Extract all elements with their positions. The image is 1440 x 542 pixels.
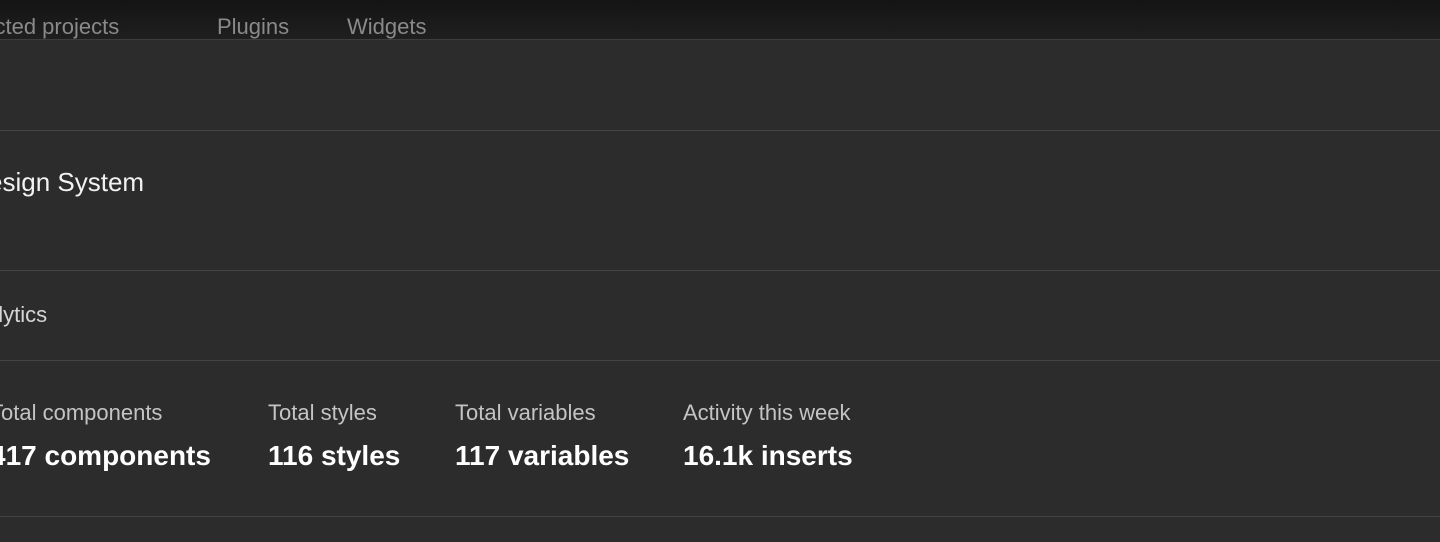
- tab-widgets[interactable]: Widgets: [347, 13, 426, 41]
- stat-value: 417 components: [0, 440, 211, 471]
- tab-plugins[interactable]: Plugins: [217, 13, 289, 41]
- toolbar-row: [0, 40, 1440, 131]
- stat-total-styles: Total styles 116 styles: [268, 399, 400, 472]
- analytics-stats-row: Total components 417 components Total st…: [0, 361, 1440, 517]
- stat-value: 117 variables: [455, 440, 630, 471]
- analytics-heading: alytics: [0, 302, 48, 327]
- stat-activity-this-week: Activity this week 16.1k inserts: [683, 399, 853, 472]
- stat-label: Total components: [0, 400, 163, 425]
- top-tab-bar: nected projects Plugins Widgets: [0, 0, 1440, 40]
- library-header: esign System: [0, 131, 1440, 271]
- stat-total-components: Total components 417 components: [0, 399, 211, 472]
- analytics-header: alytics: [0, 271, 1440, 361]
- page-title: esign System: [0, 167, 145, 197]
- stat-label: Total styles: [268, 400, 377, 425]
- tab-connected-projects[interactable]: nected projects: [0, 13, 119, 41]
- stat-label: Total variables: [455, 400, 596, 425]
- stat-value: 116 styles: [268, 440, 401, 471]
- stat-total-variables: Total variables 117 variables: [455, 399, 629, 472]
- stat-label: Activity this week: [683, 400, 851, 425]
- stat-value: 16.1k inserts: [683, 440, 853, 471]
